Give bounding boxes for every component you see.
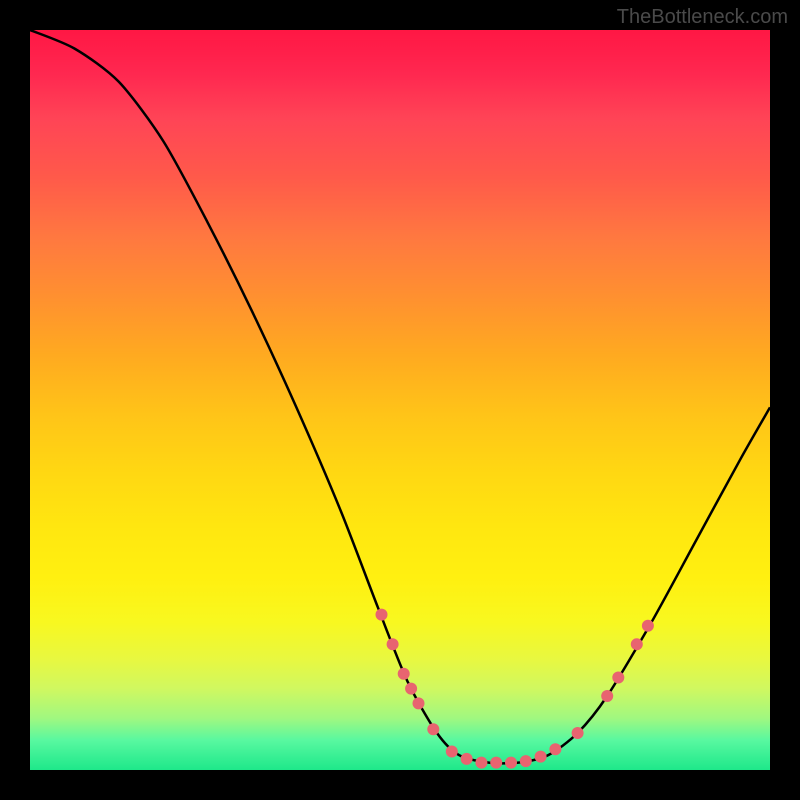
data-marker <box>446 746 458 758</box>
data-marker <box>505 757 517 769</box>
data-marker <box>642 620 654 632</box>
data-marker <box>461 753 473 765</box>
data-marker <box>376 609 388 621</box>
data-marker <box>601 690 613 702</box>
chart-svg <box>30 30 770 770</box>
plot-area <box>30 30 770 770</box>
data-marker <box>405 683 417 695</box>
bottleneck-curve <box>30 30 770 763</box>
data-marker <box>427 723 439 735</box>
data-marker <box>612 672 624 684</box>
data-marker <box>549 743 561 755</box>
data-marker <box>631 638 643 650</box>
data-marker <box>475 757 487 769</box>
data-marker <box>535 751 547 763</box>
data-marker <box>490 757 502 769</box>
chart-container <box>30 30 770 770</box>
data-marker <box>413 697 425 709</box>
attribution-text: TheBottleneck.com <box>617 6 788 29</box>
data-marker <box>520 755 532 767</box>
data-marker <box>387 638 399 650</box>
data-marker <box>572 727 584 739</box>
data-marker <box>398 668 410 680</box>
